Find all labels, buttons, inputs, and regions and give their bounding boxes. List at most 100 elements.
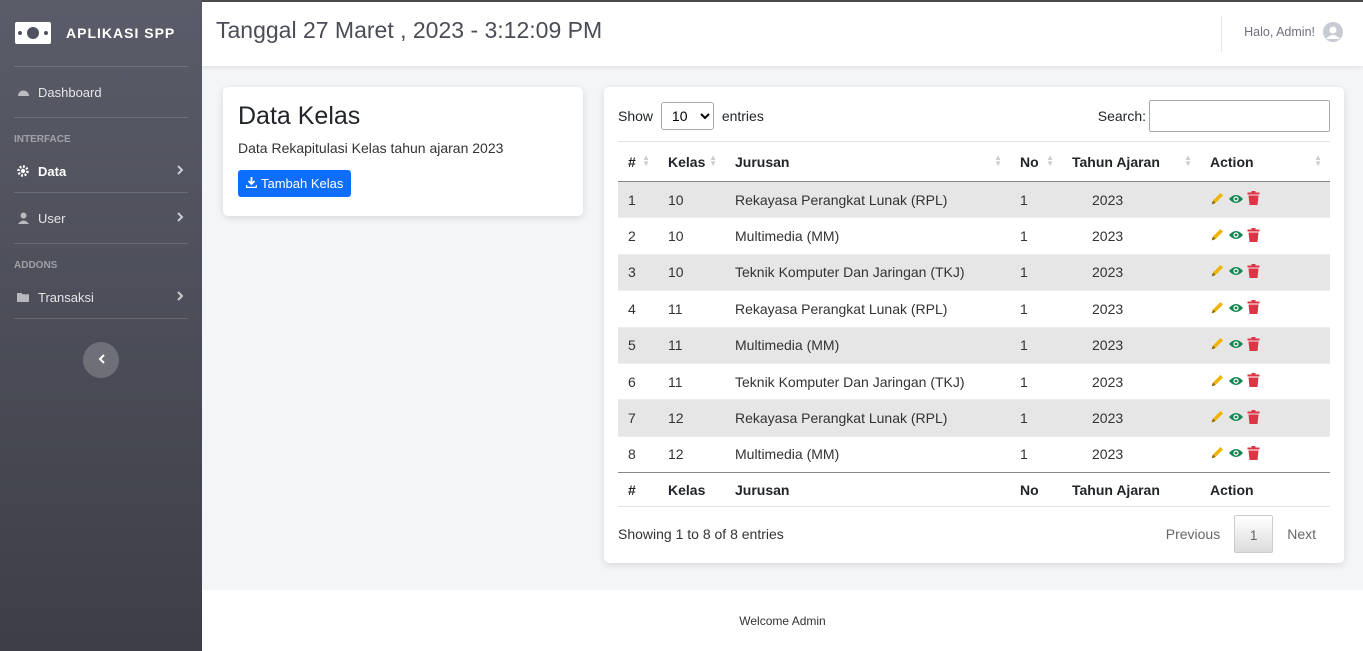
edit-pencil-icon[interactable] [1210,336,1225,354]
table-row: 5 11 Multimedia (MM) 1 2023 [618,326,1330,364]
delete-trash-icon[interactable] [1247,409,1260,427]
cell-action [1200,180,1330,218]
previous-button[interactable]: Previous [1152,515,1234,553]
action-group [1210,191,1330,209]
cell-no: 1 [1010,180,1062,218]
page-length-select[interactable]: 10 [660,102,714,130]
cell-tahun-ajaran: 2023 [1062,326,1200,364]
brand[interactable]: APLIKASI SPP [0,0,202,66]
edit-pencil-icon[interactable] [1210,263,1225,281]
sidebar-divider [14,117,188,118]
cell-kelas: 10 [658,217,725,255]
sidebar-item-dashboard[interactable]: Dashboard [0,67,202,117]
column-header-number[interactable]: # ▲ ▼ [618,141,658,182]
table-footer-controls: Showing 1 to 8 of 8 entries Previous 1 N… [618,515,1330,554]
sidebar-toggle-button[interactable] [83,342,119,378]
sidebar-item-user[interactable]: User [0,193,202,243]
view-eye-icon[interactable] [1228,446,1244,462]
sidebar-item-data[interactable]: Data [0,150,202,192]
column-label: Action [1210,153,1254,170]
column-header-jurusan[interactable]: Jurusan ▲ ▼ [725,141,1010,182]
money-bill-icon [14,20,52,46]
button-label: Tambah Kelas [261,176,344,191]
column-header-no[interactable]: No ▲ ▼ [1010,141,1062,182]
column-label: # [628,153,636,170]
sidebar-divider [14,318,188,319]
table-header-row: # ▲ ▼ Kelas ▲ ▼ Jurusan ▲ ▼ No ▲ ▼ Tahun Ajaran ▲… [618,141,1330,182]
cell-action [1200,326,1330,364]
action-group [1210,300,1330,318]
search-input[interactable] [1149,100,1330,132]
table-row: 6 11 Teknik Komputer Dan Jaringan (TKJ) 1 20… [618,362,1330,400]
action-group [1210,409,1330,427]
edit-pencil-icon[interactable] [1210,191,1225,209]
delete-trash-icon[interactable] [1247,191,1260,208]
user-greeting: Halo, Admin! [1244,25,1315,39]
sidebar: APLIKASI SPP Dashboard INTERFACE Data Us… [0,0,202,651]
delete-trash-icon[interactable] [1247,227,1260,245]
data-table-card: Show 10 entries Search: # ▲ ▼ Kelas ▲ ▼ Juru… [604,87,1344,563]
table-body: 1 10 Rekayasa Perangkat Lunak (RPL) 1 2023 2 1… [618,180,1330,473]
entries-label: entries [721,108,764,124]
sidebar-item-label: Transaksi [38,289,94,305]
user-icon [16,211,30,225]
delete-trash-icon[interactable] [1247,445,1260,463]
delete-trash-icon[interactable] [1247,336,1260,354]
edit-pencil-icon[interactable] [1210,227,1225,245]
show-label: Show [618,108,654,124]
edit-pencil-icon[interactable] [1210,373,1225,391]
cell-kelas: 11 [658,362,725,400]
pagination: Previous 1 Next [1152,515,1330,554]
edit-pencil-icon[interactable] [1210,445,1225,463]
next-button[interactable]: Next [1273,515,1330,553]
card-title: Data Kelas [238,102,361,130]
cell-jurusan: Teknik Komputer Dan Jaringan (TKJ) [725,362,1010,400]
table-row: 2 10 Multimedia (MM) 1 2023 [618,217,1330,255]
table-info: Showing 1 to 8 of 8 entries [618,526,784,543]
view-eye-icon[interactable] [1228,374,1244,390]
column-label: Tahun Ajaran [1072,153,1160,170]
tambah-kelas-button[interactable]: Tambah Kelas [238,170,352,197]
cell-jurusan: Rekayasa Perangkat Lunak (RPL) [725,290,1010,328]
cell-kelas: 12 [658,399,725,437]
action-group [1210,227,1330,245]
page-length-control: Show 10 entries [618,102,764,130]
cell-action [1200,435,1330,473]
delete-trash-icon[interactable] [1247,263,1260,281]
cell-tahun-ajaran: 2023 [1062,253,1200,291]
cell-number: 1 [618,180,658,218]
sidebar-item-label: Dashboard [38,84,102,100]
table-controls: Show 10 entries Search: [618,100,1330,132]
table-row: 1 10 Rekayasa Perangkat Lunak (RPL) 1 2023 [618,180,1330,218]
view-eye-icon[interactable] [1228,228,1244,244]
topbar-divider [1221,16,1222,52]
view-eye-icon[interactable] [1228,337,1244,353]
sidebar-item-transaksi[interactable]: Transaksi [0,276,202,318]
cell-kelas: 12 [658,435,725,473]
action-group [1210,336,1330,354]
sort-icon: ▲ ▼ [1184,153,1192,168]
footer-column-action: Action [1200,472,1330,508]
page-button-current[interactable]: 1 [1234,515,1274,554]
cell-jurusan: Multimedia (MM) [725,326,1010,364]
column-header-action[interactable]: Action ▲ ▼ [1200,141,1330,182]
cell-jurusan: Teknik Komputer Dan Jaringan (TKJ) [725,253,1010,291]
view-eye-icon[interactable] [1228,264,1244,280]
gear-icon [16,164,30,178]
edit-pencil-icon[interactable] [1210,409,1225,427]
cell-no: 1 [1010,290,1062,328]
column-header-kelas[interactable]: Kelas ▲ ▼ [658,141,725,182]
column-header-tahun-ajaran[interactable]: Tahun Ajaran ▲ ▼ [1062,141,1200,182]
view-eye-icon[interactable] [1228,410,1244,426]
edit-pencil-icon[interactable] [1210,300,1225,318]
cell-number: 2 [618,217,658,255]
view-eye-icon[interactable] [1228,301,1244,317]
delete-trash-icon[interactable] [1247,300,1260,317]
cell-number: 4 [618,290,658,328]
view-eye-icon[interactable] [1228,192,1244,208]
delete-trash-icon[interactable] [1247,373,1260,390]
user-dropdown[interactable]: Halo, Admin! [1244,22,1343,42]
data-kelas-card: Data Kelas Data Rekapitulasi Kelas tahun… [223,87,583,216]
cell-tahun-ajaran: 2023 [1062,180,1200,218]
cell-no: 1 [1010,326,1062,364]
